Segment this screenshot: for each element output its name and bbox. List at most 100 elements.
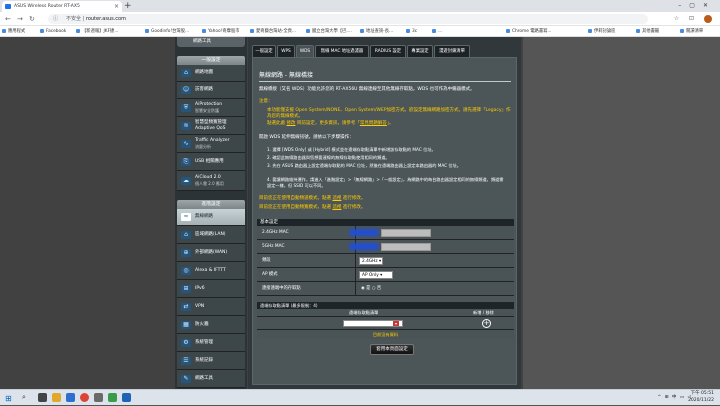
col-action-header: 新增 / 移除 — [473, 310, 494, 315]
log-icon: ☰ — [181, 356, 191, 365]
sidebar-item-ipv6[interactable]: ⊞ IPv6 — [177, 280, 245, 298]
sidebar-item-qos[interactable]: ≋ 智慧型頻寬管理 Adaptive QoS — [177, 117, 245, 135]
sidebar-item-wireless[interactable]: ≈ 無線網路 — [177, 209, 245, 226]
taskbar-clock[interactable]: 下午 05:51 2020/11/22 — [688, 391, 714, 404]
col-mac-header: 遠端存取點清單 — [349, 310, 379, 315]
tab-mac-filter[interactable]: 無線 MAC 地址過濾器 — [315, 45, 369, 57]
browser-toolbar: ← → ↻ ⓘ 不安全 | router.asus.com ☆ ⊡ ⋮ — [0, 12, 720, 26]
band-select[interactable]: 2.4GHz ▾ — [359, 257, 383, 265]
bookmark-item[interactable]: 愛奇藝台灣站-全頁... — [250, 26, 296, 36]
sidebar-item-lan[interactable]: ⌂ 區域網路(LAN) — [177, 226, 245, 244]
app-icon[interactable] — [122, 393, 131, 402]
windows-start-icon[interactable]: ⊞ — [5, 394, 12, 403]
system-tray[interactable]: ^ ⊞ 中 ▭ ◁ — [658, 390, 692, 406]
bookmark-item[interactable]: 【新週報】JKF捷... — [76, 26, 118, 36]
sidebar-item-firewall[interactable]: ▦ 防火牆 — [177, 316, 245, 334]
sidebar-item-usb[interactable]: ⎘ USB 相關應用 — [177, 153, 245, 171]
tab-professional[interactable]: 專業設定 — [407, 45, 433, 57]
bookmark-item[interactable]: Chrome 電路書寫... — [506, 26, 552, 36]
address-bar[interactable]: ⓘ 不安全 | router.asus.com — [48, 14, 648, 24]
bookmark-item[interactable]: 應用程式 — [2, 26, 25, 36]
basic-settings-header: 基本設定 — [257, 219, 514, 226]
steps-title: 開啟 WDS 延伸無線訊號，請依以下步驟操作： — [259, 135, 354, 140]
ap-mode-label: AP 模式 — [262, 272, 278, 277]
forward-icon[interactable]: → — [17, 13, 23, 25]
radio-no-label: 否 — [376, 286, 382, 291]
sidebar-item-network-tools[interactable]: ✎ 網路工具 — [177, 370, 245, 388]
sidebar-item-guest-network[interactable]: ☺ 訪客網路 — [177, 82, 245, 99]
channel-notice-suffix: 進行修改。 — [341, 196, 366, 201]
sidebar-item-label: 訪客網路 — [195, 87, 213, 93]
bookmark-item[interactable]: 其他書籤 — [636, 26, 659, 36]
step-item: 2. 確認此無線路由器與您想要連線的無線存取點使用相同的頻道。 — [267, 155, 390, 160]
task-view-icon[interactable] — [38, 393, 47, 402]
guest-icon: ☺ — [181, 86, 191, 94]
sidebar-item-alexa[interactable]: ◎ Alexa & IFTTT — [177, 262, 245, 280]
qos-icon: ≋ — [181, 121, 191, 130]
reload-icon[interactable]: ↻ — [29, 13, 35, 25]
apply-button[interactable]: 套用本頁面設定 — [370, 344, 414, 355]
bookmark-item[interactable]: ... — [432, 26, 442, 36]
bookmark-item[interactable]: 國立台灣大學【巴.... — [306, 26, 352, 36]
tab-wps[interactable]: WPS — [277, 45, 295, 57]
sidebar-item-wan[interactable]: ⊕ 外部網路(WAN) — [177, 244, 245, 262]
ap-mode-row: AP 模式 AP Only ▾ — [257, 268, 514, 282]
bookmark-item[interactable]: 3c — [406, 26, 417, 36]
browser-tab[interactable]: ASUS Wireless Router RT-AX5 × — [2, 1, 122, 12]
channel-notice-text: 目前您正在使用自動頻道模式，點選 — [259, 196, 333, 201]
sidebar-item-label: 系統管理 — [195, 339, 213, 345]
sidebar-item-system-log[interactable]: ☰ 系統記錄 — [177, 352, 245, 370]
redacted-mac — [349, 243, 379, 250]
tab-wds[interactable]: WDS — [296, 45, 314, 57]
tab-radius[interactable]: RADIUS 設定 — [370, 45, 406, 57]
app-icon[interactable] — [108, 393, 117, 402]
sidebar-item-aicloud[interactable]: ☁ AiCloud 2.0 個人雲 2.0 應用 — [177, 171, 245, 191]
close-tab-icon[interactable]: × — [114, 1, 119, 12]
sidebar-item-sublabel: 個人雲 2.0 應用 — [195, 180, 224, 186]
gear-icon: ⚙ — [181, 338, 191, 347]
security-warning-icon[interactable]: ⓘ — [53, 14, 58, 24]
sidebar-item-label: 外部網路(WAN) — [195, 249, 228, 255]
tab-general[interactable]: 一般設定 — [252, 45, 276, 57]
new-tab-button[interactable]: + — [124, 0, 132, 12]
window-controls[interactable]: –▢✕ — [678, 0, 716, 12]
bookmark-item[interactable]: Facebook — [40, 26, 66, 36]
app-icon[interactable] — [66, 393, 75, 402]
bookmark-item[interactable]: Yahoo!奇摩股市 — [202, 26, 240, 36]
chrome-icon[interactable] — [80, 393, 89, 402]
note-prefix: 點選此處 — [267, 121, 287, 126]
ap-mode-select[interactable]: AP Only ▾ — [359, 271, 393, 279]
sidebar-item-network-map[interactable]: ⌂ 網路地圖 — [177, 65, 245, 82]
tab-title: ASUS Wireless Router RT-AX5 — [14, 4, 80, 9]
sidebar-item-aiprotection[interactable]: ⛨ AiProtection 智慧安全防護 — [177, 99, 245, 117]
back-icon[interactable]: ← — [5, 13, 11, 25]
sidebar-item-vpn[interactable]: ⇄ VPN — [177, 298, 245, 316]
sidebar-item-label: 防火牆 — [195, 321, 209, 327]
band-value: 2.4GHz — [362, 259, 378, 264]
faq-link[interactable]: 常見問題解答 — [360, 121, 387, 126]
file-explorer-icon[interactable] — [52, 393, 61, 402]
mac-5-label: 5GHz MAC — [262, 244, 285, 249]
sidebar-item-label: 無線網路 — [195, 214, 213, 220]
sidebar-item-administration[interactable]: ⚙ 系統管理 — [177, 334, 245, 352]
bookmark-item[interactable]: 地址查詢-長... — [360, 26, 393, 36]
sidebar-item-traffic-analyzer[interactable]: ∿ Traffic Analyzer 流量分析 — [177, 135, 245, 153]
bookmark-item[interactable]: 伊莉討論區 — [588, 26, 615, 36]
profile-avatar[interactable] — [704, 15, 712, 23]
search-icon[interactable]: ⌕ — [22, 393, 26, 402]
tab-roaming-block[interactable]: 漫遊封鎖清單 — [434, 45, 470, 57]
remote-ap-label: 連接遠端中的存取點 — [262, 286, 301, 291]
sidebar-item-label: 系統記錄 — [195, 357, 213, 363]
dropdown-arrow-icon[interactable]: ▾ — [393, 321, 399, 326]
app-icon[interactable] — [94, 393, 103, 402]
sidebar-item-label: IPv6 — [195, 285, 205, 291]
subtabs: 一般設定 WPS WDS 無線 MAC 地址過濾器 RADIUS 設定 專業設定… — [252, 45, 517, 57]
sidebar-top-item[interactable]: 網路工具 — [177, 37, 245, 47]
add-icon[interactable]: + — [482, 319, 491, 328]
remote-ap-radios[interactable]: ◉ 是 ○ 否 — [361, 282, 381, 296]
bookmark-item[interactable]: 閱讀清單 — [680, 26, 703, 36]
bookmark-item[interactable]: Goodinfo!台灣股... — [145, 26, 189, 36]
mac-5-value — [381, 243, 431, 251]
favicon-icon — [5, 4, 11, 9]
title-divider — [259, 81, 511, 82]
